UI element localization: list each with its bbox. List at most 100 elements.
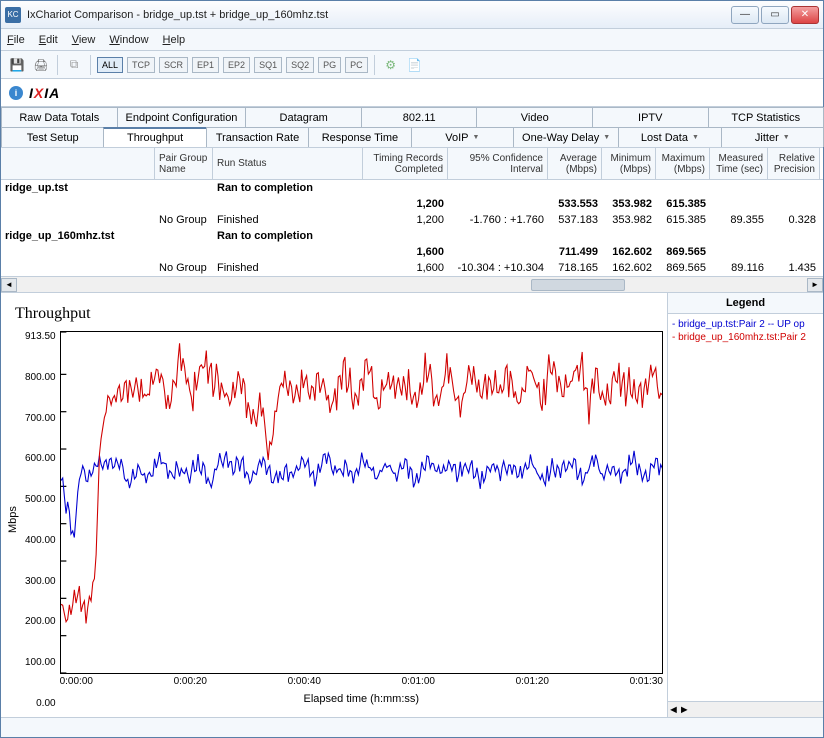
- config-icon[interactable]: ⚙: [381, 55, 401, 75]
- table-row[interactable]: No GroupFinished1,600-10.304 : +10.30471…: [1, 260, 823, 276]
- tab-throughput[interactable]: Throughput: [103, 127, 206, 147]
- menu-file[interactable]: File: [7, 34, 25, 46]
- col-blank[interactable]: [1, 148, 155, 179]
- toolbar: 💾 🖨 ⧉ ALL TCP SCR EP1 EP2 SQ1 SQ2 PG PC …: [1, 51, 823, 79]
- grid-header: Pair Group Name Run Status Timing Record…: [1, 148, 823, 180]
- maximize-button[interactable]: ▭: [761, 6, 789, 24]
- xtick: 0:00:00: [60, 676, 93, 687]
- legend-scroll-left-icon[interactable]: ◄: [668, 704, 679, 716]
- filter-tcp[interactable]: TCP: [127, 57, 155, 73]
- save-icon[interactable]: 💾: [7, 55, 27, 75]
- tab-video[interactable]: Video: [476, 107, 593, 127]
- tabs: Raw Data TotalsEndpoint ConfigurationDat…: [1, 107, 823, 148]
- col-runstatus[interactable]: Run Status: [213, 148, 363, 179]
- scroll-right-icon[interactable]: ►: [807, 278, 823, 292]
- filter-all[interactable]: ALL: [97, 57, 123, 73]
- xtick: 0:00:40: [288, 676, 321, 687]
- tab-voip[interactable]: VoIP▼: [411, 127, 514, 147]
- scroll-left-icon[interactable]: ◄: [1, 278, 17, 292]
- chart-yaxis: 913.50800.00700.00600.00500.00400.00300.…: [21, 331, 60, 709]
- ytick: 100.00: [25, 657, 56, 668]
- tab-one-way-delay[interactable]: One-Way Delay▼: [513, 127, 619, 147]
- xtick: 0:01:30: [630, 676, 663, 687]
- app-window: KC IxChariot Comparison - bridge_up.tst …: [0, 0, 824, 738]
- ytick: 300.00: [25, 576, 56, 587]
- chart-title: Throughput: [15, 305, 653, 323]
- tab-802-11[interactable]: 802.11: [361, 107, 478, 127]
- dropdown-icon: ▼: [692, 134, 699, 141]
- scroll-thumb[interactable]: [531, 279, 626, 291]
- tab-iptv[interactable]: IPTV: [592, 107, 709, 127]
- print-icon[interactable]: 🖨: [31, 55, 51, 75]
- ytick: 913.50: [25, 331, 56, 342]
- col-max[interactable]: Maximum (Mbps): [656, 148, 710, 179]
- filter-pg[interactable]: PG: [318, 57, 341, 73]
- legend-scroll-right-icon[interactable]: ►: [679, 704, 690, 716]
- tab-tcp-statistics[interactable]: TCP Statistics: [708, 107, 824, 127]
- tab-lost-data[interactable]: Lost Data▼: [618, 127, 721, 147]
- col-time[interactable]: Measured Time (sec): [710, 148, 768, 179]
- xtick: 0:00:20: [174, 676, 207, 687]
- ytick: 0.00: [25, 698, 56, 709]
- tab-datagram[interactable]: Datagram: [245, 107, 362, 127]
- menu-help[interactable]: Help: [163, 34, 186, 46]
- col-prec[interactable]: Relative Precision: [768, 148, 820, 179]
- grid-body: ridge_up.tstRan to completion1,200533.55…: [1, 180, 823, 276]
- tab-endpoint-configuration[interactable]: Endpoint Configuration: [117, 107, 247, 127]
- chart-ylabel: Mbps: [5, 331, 21, 709]
- filter-pc[interactable]: PC: [345, 57, 368, 73]
- dropdown-icon: ▼: [472, 134, 479, 141]
- tab-test-setup[interactable]: Test Setup: [1, 127, 104, 147]
- filter-ep2[interactable]: EP2: [223, 57, 250, 73]
- legend-title: Legend: [668, 293, 823, 314]
- col-timing[interactable]: Timing Records Completed: [363, 148, 448, 179]
- ytick: 600.00: [25, 453, 56, 464]
- col-ci[interactable]: 95% Confidence Interval: [448, 148, 548, 179]
- doc-icon[interactable]: 📄: [405, 55, 425, 75]
- table-row[interactable]: 1,200533.553353.982615.385: [1, 196, 823, 212]
- xtick: 0:01:20: [516, 676, 549, 687]
- table-row[interactable]: 1,600711.499162.602869.565: [1, 244, 823, 260]
- grid-hscroll[interactable]: ◄ ►: [1, 276, 823, 292]
- legend-item[interactable]: - bridge_up_160mhz.tst:Pair 2: [672, 331, 819, 344]
- chart-series: [61, 451, 662, 538]
- close-button[interactable]: ✕: [791, 6, 819, 24]
- table-row[interactable]: ridge_up_160mhz.tstRan to completion: [1, 228, 823, 244]
- minimize-button[interactable]: —: [731, 6, 759, 24]
- table-row[interactable]: No GroupFinished1,200-1.760 : +1.760537.…: [1, 212, 823, 228]
- logobar: i IXIA: [1, 79, 823, 107]
- chart-plot: [60, 331, 663, 674]
- chart-series: [61, 343, 662, 623]
- legend-hscroll[interactable]: ◄ ►: [668, 701, 823, 717]
- menu-view[interactable]: View: [72, 34, 96, 46]
- ytick: 400.00: [25, 535, 56, 546]
- tab-response-time[interactable]: Response Time: [308, 127, 411, 147]
- col-pairgroup[interactable]: Pair Group Name: [155, 148, 213, 179]
- ytick: 800.00: [25, 372, 56, 383]
- chart-xlabel: Elapsed time (h:mm:ss): [60, 689, 663, 709]
- filter-ep1[interactable]: EP1: [192, 57, 219, 73]
- col-avg[interactable]: Average (Mbps): [548, 148, 602, 179]
- copy-icon[interactable]: ⧉: [64, 55, 84, 75]
- xtick: 0:01:00: [402, 676, 435, 687]
- tab-jitter[interactable]: Jitter▼: [721, 127, 824, 147]
- legend-item[interactable]: - bridge_up.tst:Pair 2 -- UP op: [672, 318, 819, 331]
- col-min[interactable]: Minimum (Mbps): [602, 148, 656, 179]
- statusbar: [1, 717, 823, 737]
- filter-sq1[interactable]: SQ1: [254, 57, 282, 73]
- filter-sq2[interactable]: SQ2: [286, 57, 314, 73]
- info-icon[interactable]: i: [9, 86, 23, 100]
- menu-window[interactable]: Window: [109, 34, 148, 46]
- menubar: File Edit View Window Help: [1, 29, 823, 51]
- tab-raw-data-totals[interactable]: Raw Data Totals: [1, 107, 118, 127]
- table-row[interactable]: ridge_up.tstRan to completion: [1, 180, 823, 196]
- chart-panel: Throughput Mbps 913.50800.00700.00600.00…: [1, 293, 667, 717]
- window-title: IxChariot Comparison - bridge_up.tst + b…: [27, 9, 731, 21]
- ixia-logo: IXIA: [29, 85, 60, 101]
- filter-scr[interactable]: SCR: [159, 57, 188, 73]
- legend-panel: Legend - bridge_up.tst:Pair 2 -- UP op- …: [667, 293, 823, 717]
- legend-body: - bridge_up.tst:Pair 2 -- UP op- bridge_…: [668, 314, 823, 701]
- menu-edit[interactable]: Edit: [39, 34, 58, 46]
- lower-panel: Throughput Mbps 913.50800.00700.00600.00…: [1, 292, 823, 717]
- tab-transaction-rate[interactable]: Transaction Rate: [206, 127, 309, 147]
